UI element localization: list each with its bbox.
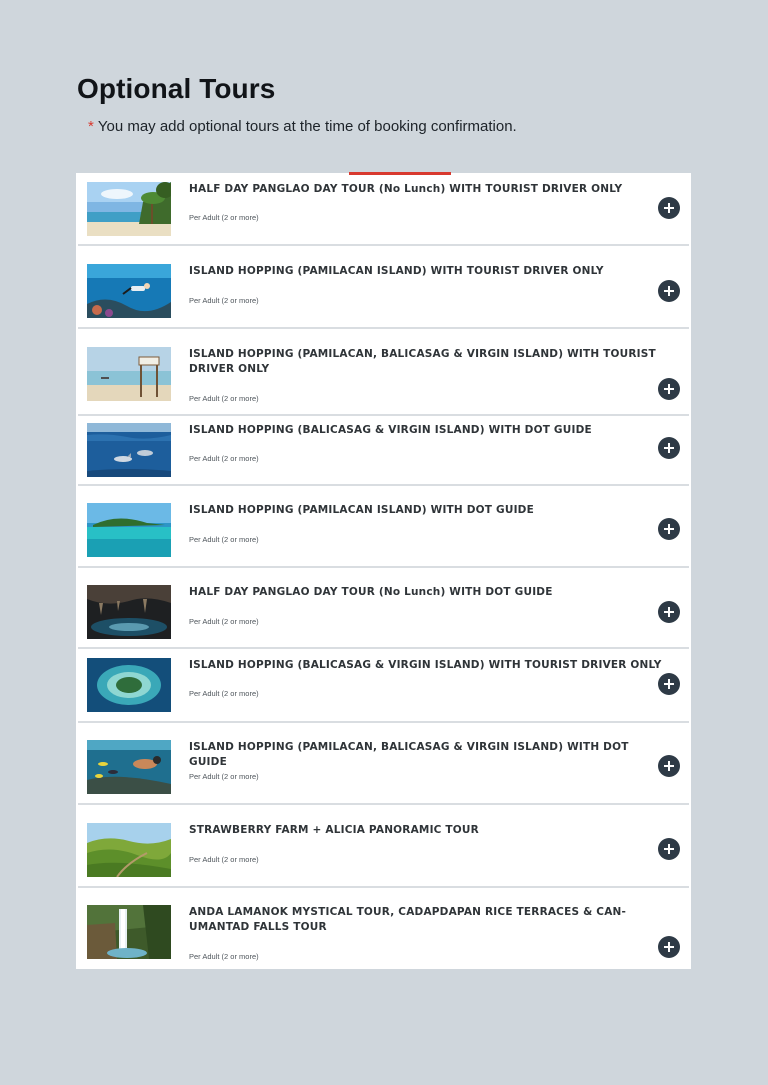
tour-card: ISLAND HOPPING (PAMILACAN, BALICASAG & V… (78, 731, 689, 805)
tour-price-label: Per Adult (2 or more) (189, 535, 259, 544)
tour-price-label: Per Adult (2 or more) (189, 213, 259, 222)
booking-note-text: You may add optional tours at the time o… (97, 118, 517, 135)
tour-name: ISLAND HOPPING (PAMILACAN ISLAND) WITH T… (189, 265, 604, 277)
plus-circle-icon[interactable] (658, 518, 680, 540)
tour-price-label: Per Adult (2 or more) (189, 952, 259, 961)
dolphins-sea-image (87, 423, 171, 477)
tour-name: HALF DAY PANGLAO DAY TOUR (No Lunch) WIT… (189, 586, 553, 598)
beach-palm-trees-image (87, 182, 171, 236)
tour-card: ISLAND HOPPING (BALICASAG & VIRGIN ISLAN… (78, 650, 689, 723)
tour-card: ISLAND HOPPING (BALICASAG & VIRGIN ISLAN… (78, 414, 689, 486)
tour-name: ISLAND HOPPING (BALICASAG & VIRGIN ISLAN… (189, 659, 662, 671)
green-hills-image (87, 823, 171, 877)
plus-circle-icon[interactable] (658, 601, 680, 623)
optional-tours-list: HALF DAY PANGLAO DAY TOUR (No Lunch) WIT… (76, 173, 691, 969)
tour-card: HALF DAY PANGLAO DAY TOUR (No Lunch) WIT… (78, 174, 689, 246)
snorkeler-underwater-image (87, 264, 171, 318)
plus-circle-icon[interactable] (658, 755, 680, 777)
tour-card: ISLAND HOPPING (PAMILACAN, BALICASAG & V… (78, 338, 689, 414)
tour-name: ISLAND HOPPING (PAMILACAN, BALICASAG & V… (189, 741, 629, 768)
snorkeler-with-fish-image (87, 740, 171, 794)
plus-circle-icon[interactable] (658, 280, 680, 302)
tour-card: ANDA LAMANOK MYSTICAL TOUR, CADAPDAPAN R… (78, 896, 689, 969)
plus-circle-icon[interactable] (658, 838, 680, 860)
tour-price-label: Per Adult (2 or more) (189, 394, 259, 403)
active-tab-indicator (349, 172, 451, 175)
tour-price-label: Per Adult (2 or more) (189, 454, 259, 463)
booking-note: * You may add optional tours at the time … (88, 118, 517, 135)
tour-name: STRAWBERRY FARM + ALICIA PANORAMIC TOUR (189, 824, 479, 836)
tour-name: ISLAND HOPPING (PAMILACAN ISLAND) WITH D… (189, 504, 534, 516)
tour-name: ISLAND HOPPING (PAMILACAN, BALICASAG & V… (189, 348, 656, 375)
tour-price-label: Per Adult (2 or more) (189, 617, 259, 626)
tour-name: HALF DAY PANGLAO DAY TOUR (No Lunch) WIT… (189, 183, 623, 195)
aerial-island-reef-image (87, 658, 171, 712)
sandbar-sign-image (87, 347, 171, 401)
required-asterisk: * (88, 118, 94, 135)
tour-card: ISLAND HOPPING (PAMILACAN ISLAND) WITH D… (78, 494, 689, 568)
tour-price-label: Per Adult (2 or more) (189, 296, 259, 305)
tour-card: STRAWBERRY FARM + ALICIA PANORAMIC TOUR … (78, 814, 689, 888)
plus-circle-icon[interactable] (658, 936, 680, 958)
tour-card: HALF DAY PANGLAO DAY TOUR (No Lunch) WIT… (78, 577, 689, 649)
plus-circle-icon[interactable] (658, 673, 680, 695)
tour-price-label: Per Adult (2 or more) (189, 772, 259, 781)
cave-pool-image (87, 585, 171, 639)
tour-card: ISLAND HOPPING (PAMILACAN ISLAND) WITH T… (78, 255, 689, 329)
plus-circle-icon[interactable] (658, 197, 680, 219)
tour-name: ANDA LAMANOK MYSTICAL TOUR, CADAPDAPAN R… (189, 906, 627, 933)
waterfall-image (87, 905, 171, 959)
page-title: Optional Tours (77, 73, 276, 104)
tour-price-label: Per Adult (2 or more) (189, 689, 259, 698)
plus-circle-icon[interactable] (658, 437, 680, 459)
island-lagoon-image (87, 503, 171, 557)
tour-name: ISLAND HOPPING (BALICASAG & VIRGIN ISLAN… (189, 424, 592, 436)
tour-price-label: Per Adult (2 or more) (189, 855, 259, 864)
plus-circle-icon[interactable] (658, 378, 680, 400)
